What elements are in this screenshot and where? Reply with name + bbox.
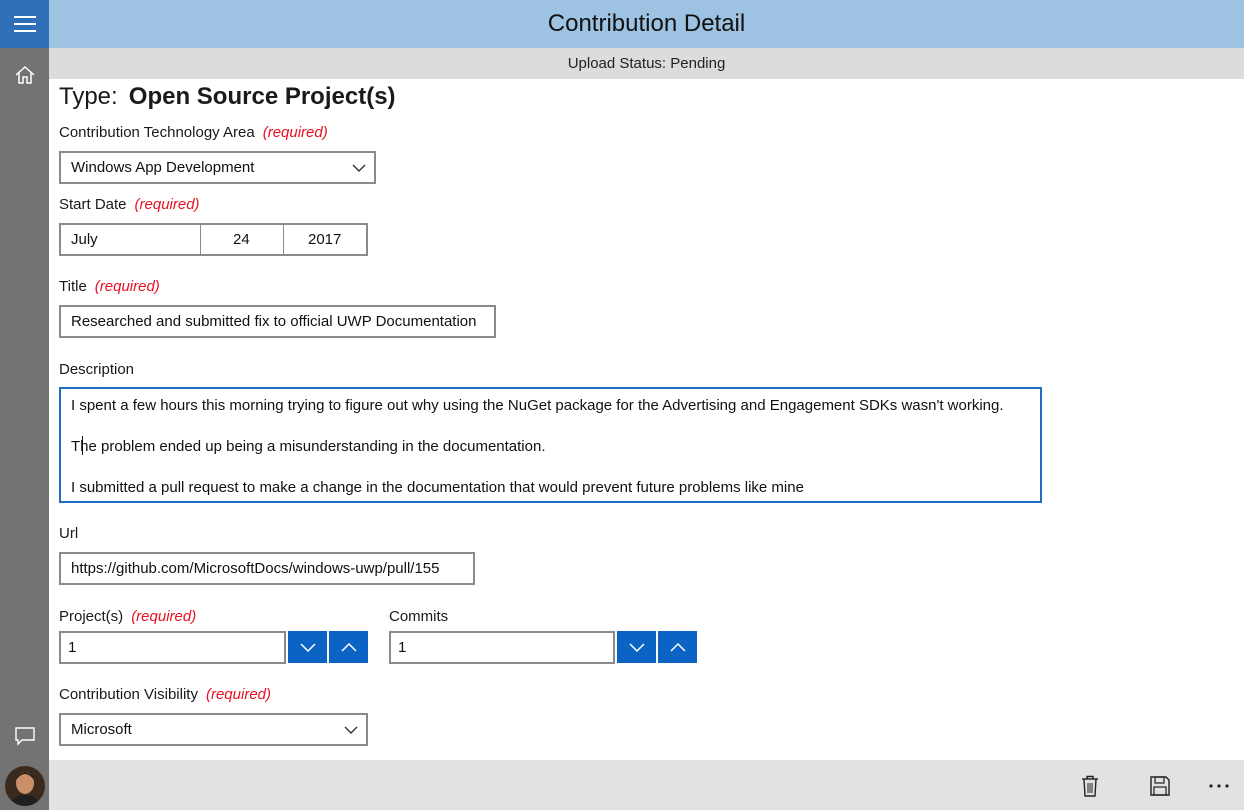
hamburger-menu-icon	[13, 16, 36, 32]
avatar[interactable]	[5, 766, 45, 806]
title-label: Title	[59, 278, 87, 295]
url-input[interactable]: https://github.com/MicrosoftDocs/windows…	[59, 552, 475, 585]
description-label-row: Description	[59, 361, 134, 378]
description-textarea[interactable]: I spent a few hours this morning trying …	[59, 387, 1042, 503]
visibility-dropdown[interactable]: Microsoft	[59, 713, 368, 746]
start-date-label-row: Start Date (required)	[59, 196, 200, 213]
commits-value: 1	[398, 639, 407, 656]
visibility-label: Contribution Visibility	[59, 686, 198, 703]
start-date-picker[interactable]: July 24 2017	[59, 223, 368, 256]
type-value: Open Source Project(s)	[128, 83, 396, 110]
type-label: Type:	[59, 83, 118, 110]
title-input[interactable]: Researched and submitted fix to official…	[59, 305, 496, 338]
projects-decrement-button[interactable]	[288, 631, 327, 663]
projects-value: 1	[68, 639, 77, 656]
page-title: Contribution Detail	[547, 10, 746, 37]
commits-label: Commits	[389, 608, 449, 625]
home-button[interactable]	[10, 60, 40, 90]
chevron-down-icon	[628, 642, 645, 652]
date-divider	[283, 225, 284, 254]
required-indicator: (required)	[94, 278, 160, 295]
commits-decrement-button[interactable]	[617, 631, 656, 663]
visibility-label-row: Contribution Visibility (required)	[59, 686, 271, 703]
required-indicator: (required)	[205, 686, 271, 703]
projects-label-row: Project(s) (required)	[59, 608, 196, 625]
save-button[interactable]	[1146, 772, 1174, 800]
description-line: The problem ended up being a misundersta…	[71, 438, 546, 455]
required-indicator: (required)	[262, 124, 328, 141]
user-photo-icon	[5, 766, 45, 806]
commits-label-row: Commits	[389, 608, 448, 625]
chevron-down-icon	[352, 164, 366, 172]
description-line: I submitted a pull request to make a cha…	[71, 479, 804, 496]
feedback-icon	[15, 727, 35, 746]
chevron-down-icon	[344, 726, 358, 734]
page-header: Contribution Detail	[49, 0, 1244, 48]
save-icon	[1150, 776, 1170, 796]
date-month[interactable]: July	[71, 225, 98, 254]
date-year[interactable]: 2017	[308, 225, 341, 254]
projects-increment-button[interactable]	[329, 631, 368, 663]
nav-rail	[0, 0, 49, 810]
url-label-row: Url	[59, 525, 78, 542]
url-label: Url	[59, 525, 79, 542]
more-options-button[interactable]	[1205, 772, 1233, 800]
text-cursor	[82, 436, 83, 455]
upload-status-text: Upload Status: Pending	[567, 55, 726, 72]
upload-status-bar: Upload Status: Pending	[49, 48, 1244, 79]
tech-area-dropdown[interactable]: Windows App Development	[59, 151, 376, 184]
commits-increment-button[interactable]	[658, 631, 697, 663]
date-day[interactable]: 24	[233, 225, 250, 254]
url-value: https://github.com/MicrosoftDocs/windows…	[71, 560, 440, 577]
description-line: I spent a few hours this morning trying …	[71, 397, 1004, 414]
tech-area-value: Windows App Development	[71, 159, 255, 176]
delete-button[interactable]	[1076, 772, 1104, 800]
visibility-value: Microsoft	[71, 721, 132, 738]
home-icon	[15, 65, 35, 84]
description-label: Description	[59, 361, 135, 378]
chevron-up-icon	[340, 642, 357, 652]
title-value: Researched and submitted fix to official…	[71, 313, 477, 330]
delete-icon	[1082, 775, 1098, 797]
tech-area-label: Contribution Technology Area	[59, 124, 255, 141]
title-label-row: Title (required)	[59, 278, 160, 295]
chevron-up-icon	[669, 642, 686, 652]
required-indicator: (required)	[131, 608, 197, 625]
contribution-form: Type: Open Source Project(s) Contributio…	[49, 79, 1244, 760]
type-row: Type: Open Source Project(s)	[59, 83, 396, 111]
projects-input[interactable]: 1	[59, 631, 286, 664]
chevron-down-icon	[299, 642, 316, 652]
projects-label: Project(s)	[59, 608, 124, 625]
start-date-label: Start Date	[59, 196, 127, 213]
commits-input[interactable]: 1	[389, 631, 615, 664]
date-divider	[200, 225, 201, 254]
more-icon	[1209, 784, 1229, 788]
required-indicator: (required)	[134, 196, 200, 213]
feedback-button[interactable]	[10, 721, 40, 751]
hamburger-menu-button[interactable]	[0, 0, 49, 48]
command-bar	[49, 760, 1244, 810]
tech-area-label-row: Contribution Technology Area (required)	[59, 124, 328, 141]
